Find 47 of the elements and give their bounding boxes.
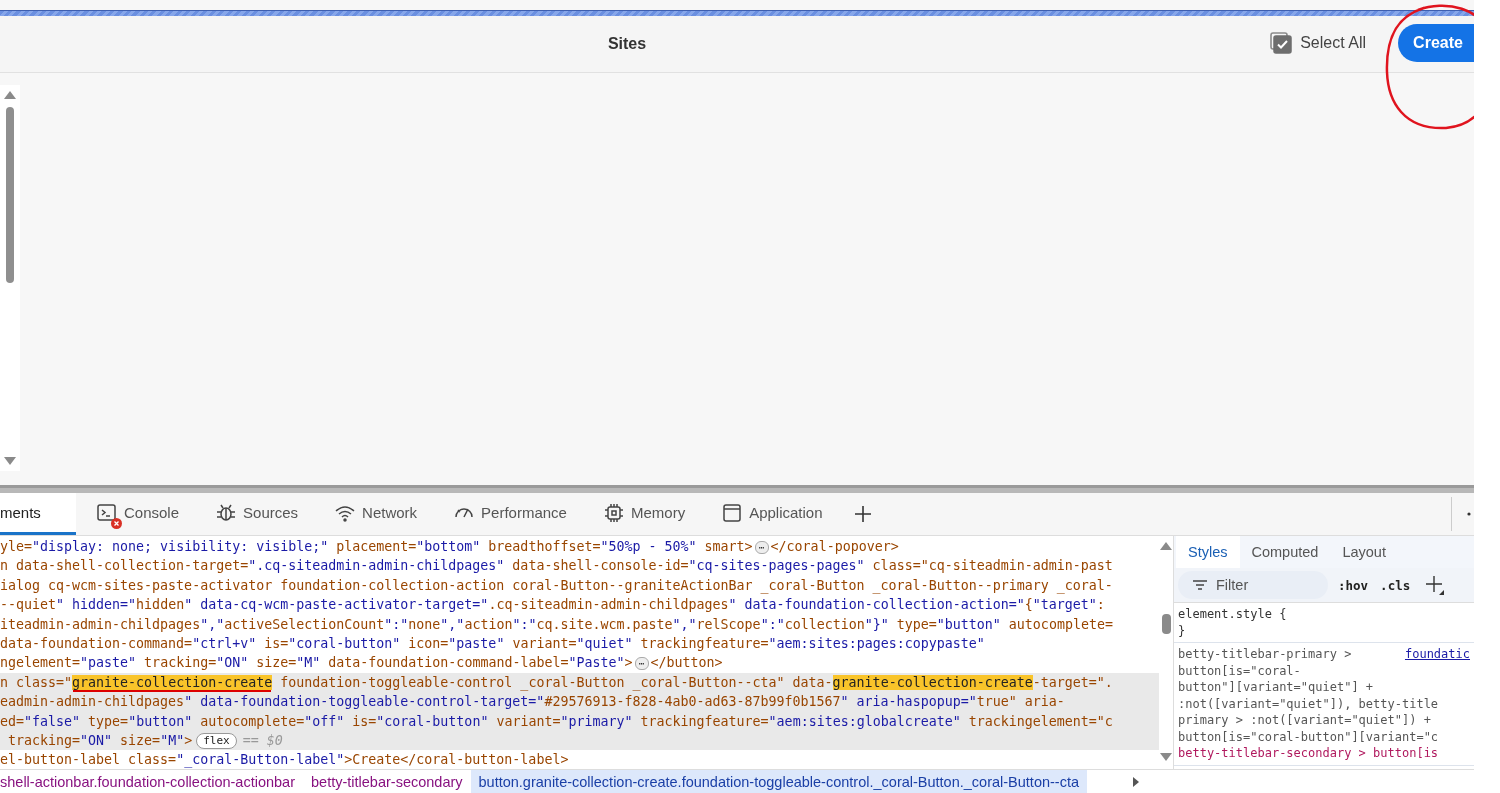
css-rule-line: betty-titlebar-primary > [1178,646,1352,663]
tab-icon [96,501,118,524]
code-line[interactable]: n data-shell-collection-target=".cq-siteadmin-admin-childpages" data-shell-console-id="cq-sites-pages-pages" class="cq-siteadmin-admin-past [0,556,1159,576]
breadcrumb[interactable]: button.granite-collection-create.foundation-toggleable-control._coral-Button._coral-Button--cta [470,770,1087,793]
tab-icon [602,501,625,524]
new-rule-icon[interactable] [1424,575,1445,595]
code-line[interactable]: iteadmin-admin-childpages","activeSelectionCount":"none","action":"cq.site.wcm.paste","relScope":"collection"}" type="button" autocomplete= [0,614,1159,635]
code-line[interactable]: el-button-label class="_coral-Button-label">Create</coral-button-label> [0,750,1159,769]
css-rule-line: button[is="coral-button"][variant="c [1178,728,1440,745]
code-line[interactable]: data-foundation-command="ctrl+v" is="coral-button" icon="paste" variant="quiet" trackingfeature="aem:sites:pages:copypaste" [0,634,1159,654]
triangle-right-icon[interactable] [1132,776,1140,787]
source-link[interactable]: foundatic [1404,646,1470,663]
add-tab-icon[interactable] [852,504,873,524]
tab-icon [721,501,744,524]
page-title: Sites [607,35,647,53]
css-rule-line: :not([variant="quiet"]), betty-title [1178,695,1440,712]
styles-tab[interactable]: Layout [1330,536,1398,568]
checkbox-icon[interactable] [1270,32,1293,54]
filter-icon [1192,579,1208,591]
css-rule-line: button[is="coral- [1178,662,1302,679]
devtools-tab[interactable]: Application [705,493,839,535]
toggle-button[interactable]: :hov [1336,577,1371,593]
filter-field[interactable]: Filter [1178,571,1328,599]
select-all-label[interactable]: Select All [1300,34,1366,52]
css-rule-line: betty-titlebar-secondary > button[is [1178,745,1440,762]
code-line[interactable]: ngelement="paste" tracking="ON" size="M" data-foundation-command-label="Paste"> ⋯ </button> [0,653,1159,673]
devtools-tab[interactable]: Performance [437,493,583,535]
devtools-tab[interactable]: Network [318,493,434,535]
scrollbar[interactable] [0,85,20,471]
code-line[interactable]: ialog cq-wcm-sites-paste-activator foundation-collection-action coral-Button--graniteActionBar _coral-Button _coral-Button--primary _coral- [0,575,1159,596]
styles-tab[interactable]: Styles [1176,536,1240,568]
code-line[interactable]: yle="display: none; visibility: visible;" placement="bottom" breadthoffset="50%p - 50%" smart> ⋯ </coral-popover> [0,537,1159,557]
styles-tab[interactable]: Computed [1239,536,1331,568]
devtools-tab[interactable]: Sources [199,493,315,535]
breadcrumb[interactable]: shell-actionbar.foundation-collection-actionbar [0,770,303,793]
toggle-button[interactable]: .cls [1378,577,1413,593]
css-rule-line: button"][variant="quiet"] + [1178,679,1375,696]
create-button[interactable]: Create [1398,24,1474,62]
devtools-tab[interactable]: Console [80,493,196,535]
devtools-tab[interactable]: ments [0,493,76,535]
more-icon[interactable] [1466,511,1472,517]
css-rule-line: element.style { [1178,606,1288,623]
breadcrumb[interactable]: betty-titlebar-secondary [303,770,471,793]
devtools-tab[interactable]: Memory [586,493,702,535]
code-line[interactable]: --quiet" hidden="hidden" data-cq-wcm-paste-activator-target=".cq-siteadmin-admin-childpages" data-foundation-collection-action="{"target": [0,595,1159,615]
css-rule-line: } [1178,622,1187,639]
css-rule-line: primary > :not([variant="quiet"]) + [1178,712,1432,729]
